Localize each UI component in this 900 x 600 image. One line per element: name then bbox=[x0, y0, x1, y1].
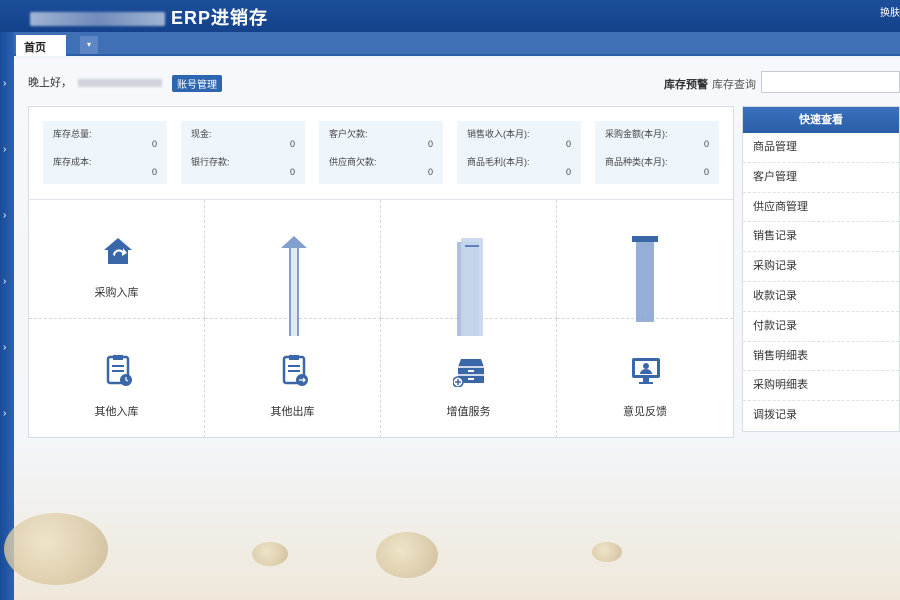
dashboard-panel: 库存总量: 0 库存成本: 0 现金: 0 银行存款: 0 客户欠款: 0 供应商欠款: 0… bbox=[28, 106, 734, 438]
skin-switch-link[interactable]: 换肤 bbox=[880, 4, 900, 19]
stat-value: 0 bbox=[427, 167, 433, 177]
stat-row: 客户欠款: 0 bbox=[329, 127, 433, 149]
stat-label: 商品种类(本月): bbox=[605, 157, 668, 167]
stat-row: 商品种类(本月): 0 bbox=[605, 155, 709, 177]
quick-item-purchase-records[interactable]: 采购记录 bbox=[743, 252, 899, 282]
stat-label: 采购金额(本月): bbox=[605, 129, 668, 139]
stat-label: 客户欠款: bbox=[329, 129, 368, 139]
quick-item-suppliers[interactable]: 供应商管理 bbox=[743, 193, 899, 223]
tile-purchase-in[interactable]: 采购入库 bbox=[29, 200, 205, 319]
tile-label: 采购入库 bbox=[94, 287, 139, 299]
stat-value: 0 bbox=[427, 139, 433, 149]
quick-item-purchase-detail[interactable]: 采购明细表 bbox=[743, 371, 899, 402]
stat-row: 销售收入(本月): 0 bbox=[467, 127, 571, 149]
quick-item-sales-records[interactable]: 销售记录 bbox=[743, 222, 899, 253]
stat-card: 采购金额(本月): 0 商品种类(本月): 0 bbox=[595, 121, 719, 184]
stat-value: 0 bbox=[151, 139, 157, 149]
quick-item-goods[interactable]: 商品管理 bbox=[743, 133, 899, 163]
chevron-right-icon[interactable]: › bbox=[3, 210, 6, 221]
app-title-text: ERP进销存 bbox=[171, 8, 269, 28]
tile-document[interactable] bbox=[381, 200, 557, 336]
stat-value: 0 bbox=[703, 139, 709, 149]
chevron-right-icon[interactable]: › bbox=[3, 342, 6, 353]
quick-item-receipt-records[interactable]: 收款记录 bbox=[743, 282, 899, 312]
stat-row: 银行存款: 0 bbox=[191, 155, 295, 177]
stat-label: 销售收入(本月): bbox=[467, 129, 530, 139]
clipboard-clock-icon bbox=[106, 355, 132, 386]
stat-value: 0 bbox=[289, 139, 295, 149]
tile-label: 其他入库 bbox=[94, 406, 139, 418]
tile-label: 其他出库 bbox=[270, 406, 315, 418]
hay-bale-image bbox=[376, 532, 438, 578]
chevron-right-icon[interactable]: › bbox=[3, 276, 6, 287]
greeting: 晚上好， 账号管理 bbox=[28, 74, 222, 92]
blurred-username bbox=[78, 79, 162, 88]
stat-value: 0 bbox=[703, 167, 709, 177]
tile-value-added[interactable]: 增值服务 bbox=[381, 319, 557, 438]
chevron-right-icon[interactable]: › bbox=[3, 144, 6, 155]
stat-value: 0 bbox=[565, 139, 571, 149]
tile-other-out[interactable]: 其他出库 bbox=[205, 319, 381, 438]
stat-row: 商品毛利(本月): 0 bbox=[467, 155, 571, 177]
chevron-right-icon[interactable]: › bbox=[3, 408, 6, 419]
monitor-user-icon bbox=[632, 358, 660, 384]
stat-card: 客户欠款: 0 供应商欠款: 0 bbox=[319, 121, 443, 184]
main-content: 晚上好， 账号管理 库存预警 库存查询 库存总量: 0 库存成本: 0 现金: 0 银行… bbox=[4, 58, 900, 600]
tile-upload[interactable] bbox=[205, 200, 381, 336]
stat-row: 供应商欠款: 0 bbox=[329, 155, 433, 177]
stat-row: 现金: 0 bbox=[191, 127, 295, 149]
quick-item-customers[interactable]: 客户管理 bbox=[743, 163, 899, 193]
stat-card: 库存总量: 0 库存成本: 0 bbox=[43, 121, 167, 184]
tile-feedback[interactable]: 意见反馈 bbox=[557, 319, 733, 438]
blurred-company-name bbox=[30, 12, 165, 27]
stat-value: 0 bbox=[289, 167, 295, 177]
greeting-text: 晚上好， bbox=[28, 77, 72, 89]
stat-label: 商品毛利(本月): bbox=[467, 157, 530, 167]
quick-item-payment-records[interactable]: 付款记录 bbox=[743, 312, 899, 342]
app-title: ERP进销存 bbox=[30, 4, 268, 30]
hay-bale-image bbox=[4, 513, 108, 585]
inventory-warning-link[interactable]: 库存预警 bbox=[664, 76, 708, 92]
stat-label: 银行存款: bbox=[191, 157, 230, 167]
tab-home[interactable]: 首页 bbox=[16, 35, 66, 56]
stat-row: 库存总量: 0 bbox=[53, 127, 157, 149]
stat-value: 0 bbox=[151, 167, 157, 177]
stat-label: 现金: bbox=[191, 129, 212, 139]
left-sidebar: › › › › › › bbox=[0, 32, 14, 600]
stat-row: 采购金额(本月): 0 bbox=[605, 127, 709, 149]
stat-card: 现金: 0 银行存款: 0 bbox=[181, 121, 305, 184]
stat-row: 库存成本: 0 bbox=[53, 155, 157, 177]
quick-view-title: 快速查看 bbox=[743, 107, 899, 133]
stat-value: 0 bbox=[565, 167, 571, 177]
account-manage-button[interactable]: 账号管理 bbox=[172, 74, 222, 92]
quick-view-panel: 快速查看 商品管理 客户管理 供应商管理 销售记录 采购记录 收款记录 付款记录… bbox=[742, 106, 900, 432]
chevron-down-icon[interactable]: ▾ bbox=[80, 36, 98, 54]
hay-bale-image bbox=[592, 542, 622, 562]
stat-label: 库存成本: bbox=[53, 157, 92, 167]
quick-item-sales-detail[interactable]: 销售明细表 bbox=[743, 342, 899, 372]
stat-label: 库存总量: bbox=[53, 129, 92, 139]
tile-other-in[interactable]: 其他入库 bbox=[29, 319, 205, 438]
drawer-plus-icon bbox=[453, 359, 484, 387]
tab-bar: 首页 ▾ bbox=[14, 32, 900, 56]
chevron-right-icon[interactable]: › bbox=[3, 78, 6, 89]
top-header: ERP进销存 换肤 bbox=[0, 0, 900, 32]
tile-label: 增值服务 bbox=[446, 406, 491, 418]
inventory-query-input[interactable] bbox=[761, 71, 900, 93]
hay-bale-image bbox=[252, 542, 288, 566]
house-arrow-icon bbox=[104, 238, 132, 264]
quick-item-transfer-records[interactable]: 调拨记录 bbox=[743, 401, 899, 431]
stat-card: 销售收入(本月): 0 商品毛利(本月): 0 bbox=[457, 121, 581, 184]
inventory-query-label: 库存查询 bbox=[712, 79, 756, 91]
stat-label: 供应商欠款: bbox=[329, 157, 377, 167]
tile-tag[interactable] bbox=[557, 200, 733, 322]
clipboard-arrow-icon bbox=[282, 355, 308, 386]
tile-label: 意见反馈 bbox=[623, 406, 667, 418]
